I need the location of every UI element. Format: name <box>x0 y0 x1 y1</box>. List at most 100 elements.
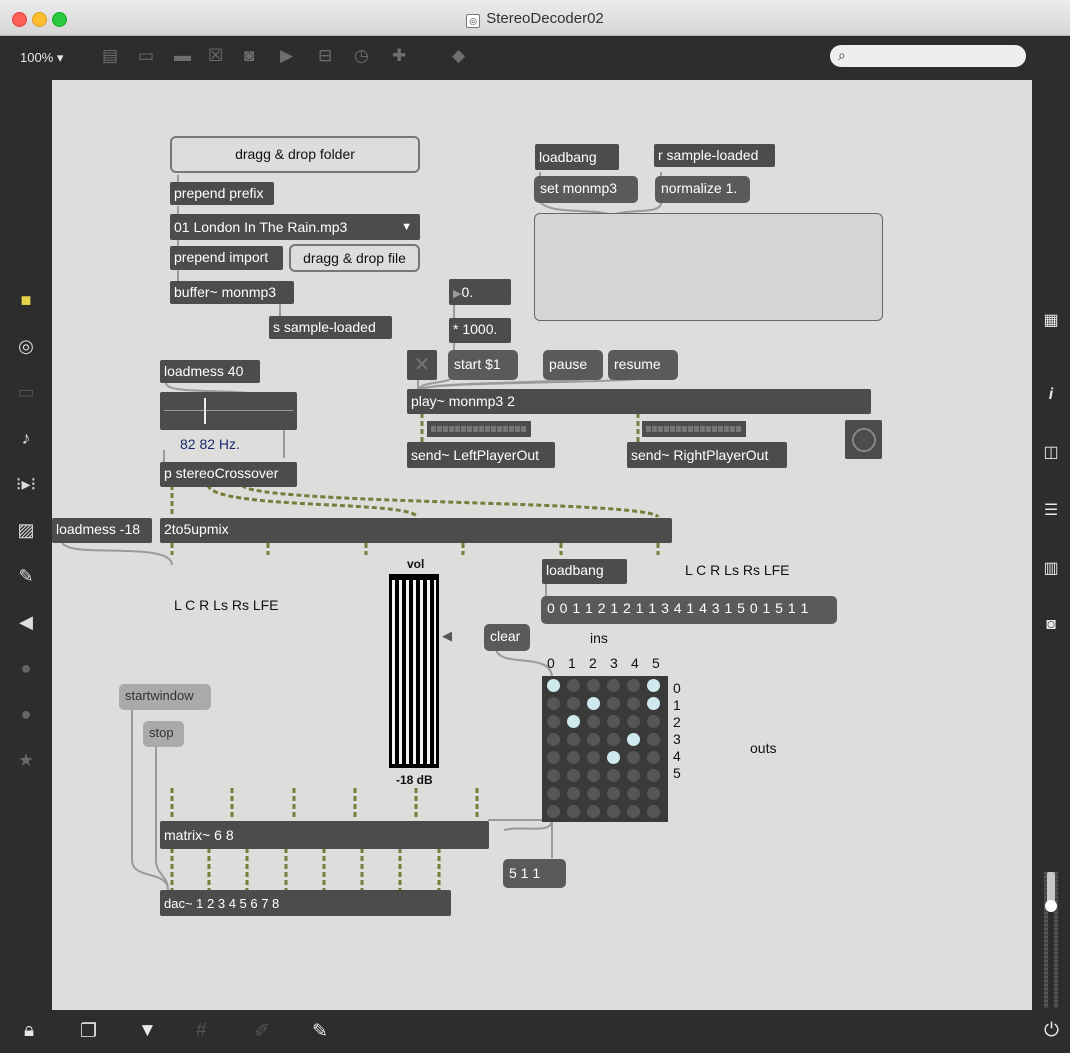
end-bang-button[interactable] <box>845 420 882 459</box>
play-object[interactable]: play~ monmp3 2 <box>407 389 871 414</box>
matrix-cell[interactable] <box>627 805 640 818</box>
matrix-object[interactable]: matrix~ 6 8 <box>160 821 489 849</box>
pause-message[interactable]: pause <box>543 350 603 380</box>
matrix-cell[interactable] <box>607 769 620 782</box>
matrix-cell[interactable] <box>587 769 600 782</box>
float-number-box[interactable]: ▶0. <box>449 279 511 305</box>
matrix-cell[interactable] <box>607 733 620 746</box>
matrix-cell[interactable] <box>647 733 660 746</box>
matrix-cell-on[interactable] <box>647 697 660 710</box>
matrix-cell[interactable] <box>587 679 600 692</box>
matrix-cell[interactable] <box>587 805 600 818</box>
set-monmp3-message[interactable]: set monmp3 <box>534 176 638 203</box>
grid-icon[interactable]: ▦ <box>1032 310 1070 330</box>
matrix-cell[interactable] <box>607 679 620 692</box>
cube-icon[interactable]: ■ <box>0 290 52 311</box>
file-umenu[interactable]: 01 London In The Rain.mp3 ▼ <box>170 214 420 240</box>
power-icon[interactable]: ⏻ <box>1044 1020 1059 1042</box>
matrix-cell-on[interactable] <box>647 679 660 692</box>
presentation-mode-icon[interactable]: ▼ <box>138 1020 157 1042</box>
matrix-cell-on[interactable] <box>587 697 600 710</box>
paint-bucket-icon[interactable]: ◆ <box>452 46 465 66</box>
send-sample-loaded-object[interactable]: s sample-loaded <box>269 316 392 339</box>
matrix-cell[interactable] <box>607 787 620 800</box>
multiply-object[interactable]: * 1000. <box>449 318 511 343</box>
matrix-cell[interactable] <box>647 769 660 782</box>
matrix-cell[interactable] <box>627 679 640 692</box>
matrix-cell-on[interactable] <box>627 733 640 746</box>
matrix-cell[interactable] <box>587 715 600 728</box>
buffer-object[interactable]: buffer~ monmp3 <box>170 281 294 304</box>
slider-knob[interactable] <box>1045 900 1057 912</box>
matrix-cell[interactable] <box>627 769 640 782</box>
matrix-list-message[interactable]: 0 0 1 1 2 1 2 1 1 3 4 1 4 3 1 5 0 1 5 1 … <box>541 596 837 624</box>
clear-message[interactable]: clear <box>484 624 530 651</box>
button-icon[interactable]: ◙ <box>244 46 254 66</box>
paperclip-icon[interactable]: ✎ <box>0 566 52 587</box>
matrix-cell[interactable] <box>647 787 660 800</box>
loadmess-minus18-object[interactable]: loadmess -18 <box>52 518 152 543</box>
matrix-output-message[interactable]: 5 1 1 <box>503 859 566 888</box>
matrix-cell[interactable] <box>587 733 600 746</box>
matrix-cell[interactable] <box>567 697 580 710</box>
matrix-cell[interactable] <box>647 751 660 764</box>
volume-gain-slider[interactable] <box>389 574 439 768</box>
matrix-cell-on[interactable] <box>567 715 580 728</box>
plus-icon[interactable]: ✚ <box>392 46 406 66</box>
matrix-cell[interactable] <box>567 805 580 818</box>
prepend-import-object[interactable]: prepend import <box>170 246 283 270</box>
matrix-cell[interactable] <box>607 715 620 728</box>
sequence-icon[interactable]: ⁝▸⁝ <box>0 474 52 495</box>
matrix-cell[interactable] <box>647 805 660 818</box>
toggle-icon[interactable]: ☒ <box>208 46 223 66</box>
normalize-message[interactable]: normalize 1. <box>655 176 750 203</box>
message-icon[interactable]: ▬ <box>174 46 191 66</box>
prepend-prefix-object[interactable]: prepend prefix <box>170 182 274 205</box>
stereo-crossover-object[interactable]: p stereoCrossover <box>160 462 297 487</box>
image-icon[interactable]: ▨ <box>0 520 52 541</box>
dragg-folder-dropfile[interactable]: dragg & drop folder <box>170 136 420 173</box>
matrix-cell[interactable] <box>627 697 640 710</box>
target-icon[interactable]: ◎ <box>0 336 52 357</box>
startwindow-message[interactable]: startwindow <box>119 684 211 710</box>
vimeo-icon[interactable]: ● <box>0 658 52 679</box>
loadbang-object-top[interactable]: loadbang <box>535 144 619 170</box>
columns-icon[interactable]: ◫ <box>1032 442 1070 462</box>
book-icon[interactable]: ▥ <box>1032 558 1070 578</box>
beatport-icon[interactable]: ● <box>0 704 52 725</box>
matrix-cell[interactable] <box>547 733 560 746</box>
windows-icon[interactable]: ❐ <box>80 1020 97 1043</box>
info-icon[interactable]: i <box>1032 386 1070 404</box>
snap-icon[interactable]: ✐ <box>254 1020 270 1043</box>
matrix-cell[interactable] <box>547 805 560 818</box>
output-level-slider[interactable] <box>1042 872 1060 1008</box>
camera-icon[interactable]: ◙ <box>1032 616 1070 634</box>
stop-toggle[interactable]: ✕ <box>407 350 437 380</box>
matrix-cell[interactable] <box>547 751 560 764</box>
loadmess-40-object[interactable]: loadmess 40 <box>160 360 260 383</box>
crossover-slider[interactable] <box>160 392 297 430</box>
matrix-cell[interactable] <box>647 715 660 728</box>
slider-icon[interactable]: ⊟ <box>318 46 332 66</box>
receive-sample-loaded-object[interactable]: r sample-loaded <box>654 144 775 167</box>
plug-icon[interactable]: ◀ <box>0 612 52 633</box>
matrix-cell-on[interactable] <box>547 679 560 692</box>
list-icon[interactable]: ☰ <box>1032 500 1070 520</box>
resume-message[interactable]: resume <box>608 350 678 380</box>
matrix-cell[interactable] <box>547 787 560 800</box>
dial-icon[interactable]: ◷ <box>354 46 369 66</box>
matrix-cell[interactable] <box>547 697 560 710</box>
star-icon[interactable]: ★ <box>0 750 52 771</box>
waveform-display[interactable] <box>534 213 883 321</box>
matrix-cell[interactable] <box>627 751 640 764</box>
film-icon[interactable]: ▭ <box>0 382 52 403</box>
dac-object[interactable]: dac~ 1 2 3 4 5 6 7 8 <box>160 890 451 916</box>
grid-icon[interactable]: # <box>196 1020 207 1042</box>
routing-matrix[interactable] <box>542 676 668 822</box>
loadbang-object-matrix[interactable]: loadbang <box>542 559 627 584</box>
dragg-file-dropfile[interactable]: dragg & drop file <box>289 244 420 272</box>
send-left-player-out-object[interactable]: send~ LeftPlayerOut <box>407 442 555 468</box>
zoom-menu[interactable]: 100% ▾ <box>20 50 63 66</box>
lock-icon[interactable]: 🔒︎ <box>24 1020 34 1042</box>
matrix-cell[interactable] <box>567 751 580 764</box>
